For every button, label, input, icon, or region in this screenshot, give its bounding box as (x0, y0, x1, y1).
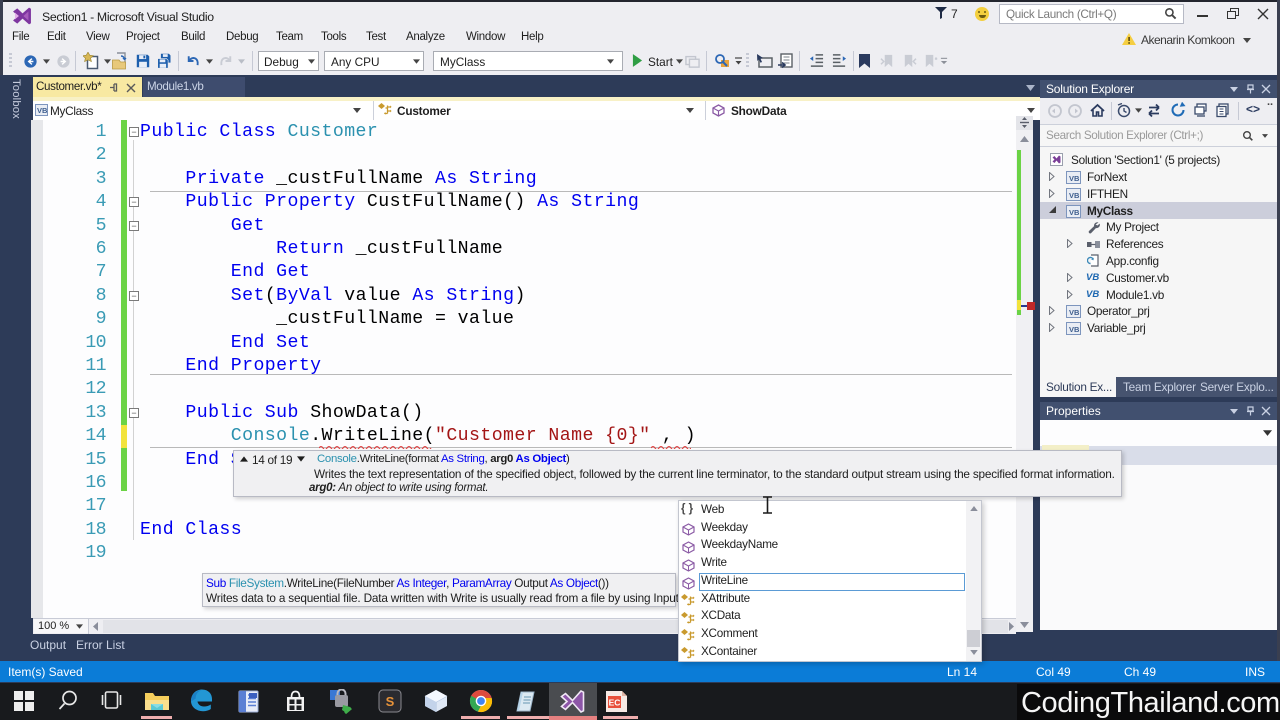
svg-text:EC: EC (609, 698, 621, 708)
svg-text:S: S (386, 694, 395, 709)
